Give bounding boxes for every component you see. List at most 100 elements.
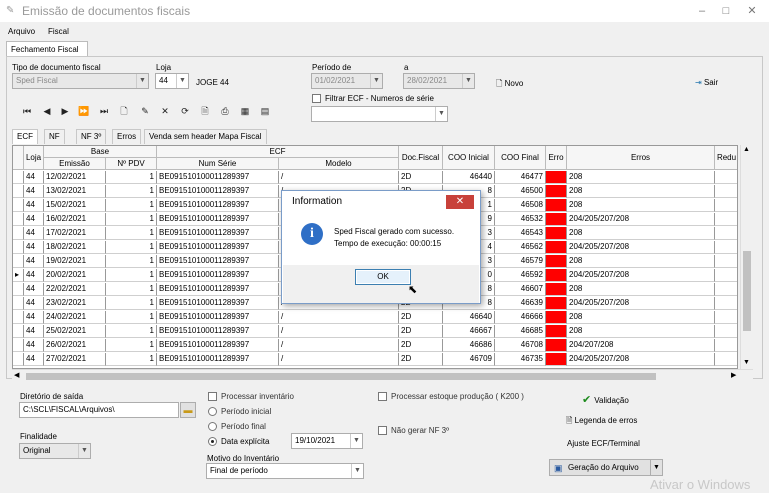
scroll-up-icon[interactable]: ▲ bbox=[743, 146, 750, 153]
cell-pdv: 1 bbox=[106, 213, 157, 226]
tab-ecf[interactable]: ECF bbox=[12, 129, 38, 144]
nao-gerar-checkbox[interactable] bbox=[378, 426, 387, 435]
tab-venda-sem-header[interactable]: Venda sem header Mapa Fiscal bbox=[144, 129, 267, 144]
menu-fiscal[interactable]: Fiscal bbox=[48, 27, 69, 36]
chevron-down-icon: ▼ bbox=[462, 74, 474, 88]
tab-fechamento-fiscal[interactable]: Fechamento Fiscal bbox=[6, 41, 88, 57]
ok-button[interactable]: OK bbox=[355, 269, 411, 285]
cell-redu bbox=[715, 241, 737, 254]
folder-icon[interactable]: ▬ bbox=[180, 402, 196, 418]
loja-select[interactable]: 44 ▼ bbox=[155, 73, 189, 89]
minimize-button[interactable]: – bbox=[694, 4, 710, 18]
processar-estoque-checkbox[interactable] bbox=[378, 392, 387, 401]
geracao-arquivo-button[interactable]: ▣ Geração do Arquivo ▼ bbox=[549, 459, 663, 476]
col-erros: Erros bbox=[567, 146, 715, 170]
novo-button[interactable]: 🗋 Novo bbox=[496, 78, 523, 92]
report-icon[interactable]: ▤ bbox=[258, 104, 272, 118]
table-row[interactable]: 44 26/02/2021 1 BE091510100011289397/2D 4668… bbox=[13, 339, 737, 352]
tab-nf3[interactable]: NF 3º bbox=[76, 129, 107, 144]
ajuste-button[interactable]: Ajuste ECF/Terminal bbox=[567, 439, 640, 448]
diretorio-input[interactable]: C:\SCL\FISCAL\Arquivos\ bbox=[19, 402, 179, 418]
validacao-label: Validação bbox=[594, 396, 629, 405]
cell-loja: 44 bbox=[24, 311, 44, 324]
cell-erros: 208 bbox=[567, 185, 715, 198]
periodo-de-field[interactable]: 01/02/2021 ▼ bbox=[311, 73, 383, 89]
first-record-icon[interactable]: ⏮ bbox=[20, 104, 34, 118]
error-flag-cell bbox=[546, 255, 567, 268]
scroll-right-icon[interactable]: ▶ bbox=[731, 371, 736, 379]
cell-serie: BE091510100011289397 bbox=[157, 283, 279, 296]
cell-redu bbox=[715, 269, 737, 282]
scroll-down-icon[interactable]: ▼ bbox=[743, 359, 750, 366]
cell-serie: BE091510100011289397 bbox=[157, 199, 279, 212]
cell-erros: 204/205/207/208 bbox=[567, 269, 715, 282]
table-row[interactable]: 44 24/02/2021 1 BE091510100011289397/2D 4664… bbox=[13, 311, 737, 324]
prev-record-icon[interactable]: ◀ bbox=[40, 104, 54, 118]
vertical-scrollbar[interactable]: ▲ ▼ bbox=[740, 145, 753, 369]
cell-redu bbox=[715, 325, 737, 338]
cell-serie: BE091510100011289397 bbox=[157, 171, 279, 184]
periodo-a-field[interactable]: 28/02/2021 ▼ bbox=[403, 73, 475, 89]
tab-erros[interactable]: Erros bbox=[112, 129, 142, 144]
chevron-down-icon[interactable]: ▼ bbox=[650, 460, 662, 475]
document-icon: 🗎 bbox=[566, 416, 575, 425]
legenda-label: Legenda de erros bbox=[574, 416, 638, 425]
finalidade-select[interactable]: Original ▼ bbox=[19, 443, 91, 459]
cell-loja: 44 bbox=[24, 339, 44, 352]
col-loja: Loja bbox=[24, 146, 44, 170]
horizontal-scrollbar[interactable]: ◀ ▶ bbox=[12, 369, 753, 382]
hscroll-thumb[interactable] bbox=[26, 373, 656, 380]
last-record-icon[interactable]: ⏭ bbox=[97, 104, 111, 118]
cell-pdv: 1 bbox=[106, 325, 157, 338]
nao-gerar-label: Não gerar NF 3º bbox=[391, 426, 450, 435]
table-row[interactable]: 44 25/02/2021 1 BE091510100011289397/2D 4666… bbox=[13, 325, 737, 338]
legenda-button[interactable]: 🗎 Legenda de erros bbox=[566, 415, 637, 429]
maximize-button[interactable]: □ bbox=[718, 4, 734, 18]
tab-nf[interactable]: NF bbox=[44, 129, 65, 144]
refresh-icon[interactable]: ⟳ bbox=[178, 104, 192, 118]
cell-emissao: 24/02/2021 bbox=[44, 311, 106, 324]
print-icon[interactable]: ⎙ bbox=[218, 104, 232, 118]
data-explicita-field[interactable]: 19/10/2021 ▼ bbox=[291, 433, 363, 449]
next-record-icon[interactable]: ▶ bbox=[58, 104, 72, 118]
dialog-close-button[interactable]: ✕ bbox=[446, 195, 474, 209]
sair-button[interactable]: ⇥ Sair bbox=[695, 78, 718, 87]
preview-icon[interactable]: 🗎 bbox=[198, 104, 212, 118]
close-button[interactable]: ✕ bbox=[744, 4, 760, 18]
filtrar-select[interactable]: ▼ bbox=[311, 106, 448, 122]
cell-redu bbox=[715, 283, 737, 296]
table-row[interactable]: 44 27/02/2021 1 BE091510100011289397/2D 4670… bbox=[13, 353, 737, 366]
cell-emissao: 13/02/2021 bbox=[44, 185, 106, 198]
row-indicator bbox=[13, 353, 24, 366]
cell-emissao: 25/02/2021 bbox=[44, 325, 106, 338]
cell-erros: 208 bbox=[567, 171, 715, 184]
periodo-inicial-radio[interactable] bbox=[208, 407, 217, 416]
chevron-down-icon: ▼ bbox=[176, 74, 188, 88]
validacao-button[interactable]: ✔ Validação bbox=[582, 393, 629, 406]
export-icon[interactable]: ▦ bbox=[238, 104, 252, 118]
filtrar-checkbox[interactable] bbox=[312, 94, 321, 103]
row-indicator bbox=[13, 213, 24, 226]
table-row[interactable]: 44 12/02/2021 1 BE091510100011289397/2D 4644… bbox=[13, 171, 737, 184]
processar-inventario-label: Processar inventário bbox=[221, 392, 294, 401]
cell-serie: BE091510100011289397 bbox=[157, 311, 279, 324]
cell-coo_fim: 46477 bbox=[495, 171, 546, 184]
error-flag-cell bbox=[546, 353, 567, 366]
motivo-label: Motivo do Inventário bbox=[207, 454, 280, 463]
finalidade-label: Finalidade bbox=[20, 432, 57, 441]
edit-document-icon[interactable]: ✎ bbox=[138, 104, 152, 118]
scroll-thumb[interactable] bbox=[743, 251, 751, 331]
scroll-left-icon[interactable]: ◀ bbox=[14, 371, 19, 379]
data-explicita-radio[interactable] bbox=[208, 437, 217, 446]
menu-arquivo[interactable]: Arquivo bbox=[8, 27, 35, 36]
filtrar-label: Filtrar ECF - Numeros de série bbox=[325, 94, 434, 103]
cell-serie: BE091510100011289397 bbox=[157, 353, 279, 366]
new-document-icon[interactable]: 🗋 bbox=[117, 104, 131, 118]
error-flag-cell bbox=[546, 199, 567, 212]
periodo-final-radio[interactable] bbox=[208, 422, 217, 431]
fast-forward-icon[interactable]: ⏩ bbox=[77, 104, 91, 118]
tipo-select[interactable]: Sped Fiscal ▼ bbox=[12, 73, 149, 89]
processar-inventario-checkbox[interactable] bbox=[208, 392, 217, 401]
motivo-select[interactable]: Final de período ▼ bbox=[206, 463, 364, 479]
delete-icon[interactable]: ✕ bbox=[158, 104, 172, 118]
